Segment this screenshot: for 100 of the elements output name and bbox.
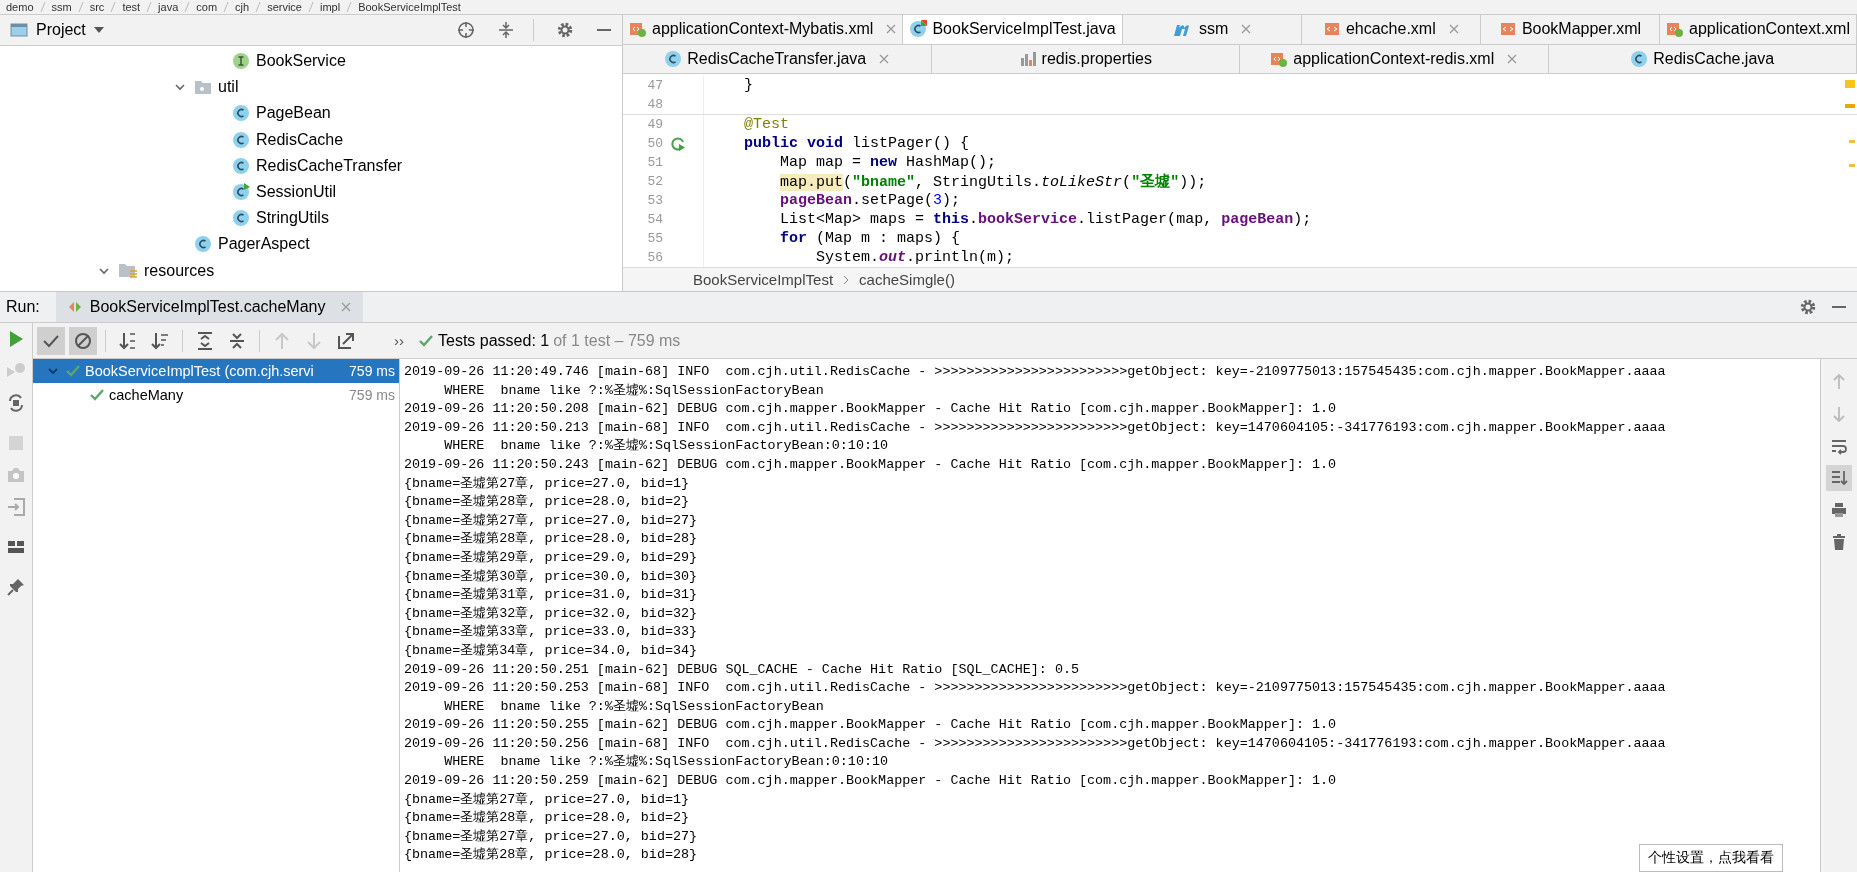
console-line: 2019-09-26 11:20:50.251 [main-62] DEBUG SQL_CACHE - Cache Hit Ratio [SQL_CACHE]: 0.5 [404,660,1079,679]
export-icon [336,330,356,351]
console-line: {bname=圣墟第32章, price=32.0, bid=32} [404,604,698,623]
window-icon [10,22,28,38]
print-icon [1830,501,1848,519]
close-icon[interactable] [886,24,897,35]
tree-item[interactable]: PagerAspect [218,235,310,254]
breadcrumb-item[interactable]: BookServiceImplTest [358,1,461,13]
tree-item[interactable]: PageBean [256,104,331,123]
panel-label: Run: [6,298,40,316]
breadcrumb-item[interactable]: demo [6,1,34,13]
editor-tab[interactable]: BookServiceImplTest.java [903,15,1123,44]
tree-item[interactable]: RedisCache [256,130,344,149]
run-tab[interactable]: BookServiceImplTest.cacheMany [55,292,364,322]
test-icon [67,300,82,314]
breadcrumb-item[interactable]: service [267,1,302,13]
tooltip[interactable]: 个性设置，点我看看 [1639,844,1783,872]
class-icon [232,156,250,175]
breadcrumb-item[interactable]: cjh [235,1,250,13]
ignored-icon [73,330,93,351]
scroll-end-icon [1830,469,1848,487]
console-line: WHERE bname like ?:%圣墟%:SqlSessionFactoryBean:0:10:10 [443,753,889,772]
more-button[interactable]: ›› [394,332,404,349]
tree-item[interactable]: SessionUtil [256,183,337,202]
locate-icon[interactable] [457,21,475,39]
line-number: 47 [646,78,663,94]
tree-item[interactable]: StringUtils [256,209,329,228]
dropdown-caret-icon[interactable] [93,27,104,33]
console-line: {bname=圣墟第28章, price=28.0, bid=28} [404,846,698,865]
close-icon[interactable] [879,53,890,64]
collapse-all-icon[interactable] [497,21,515,39]
breadcrumb-item[interactable]: test [122,1,141,13]
breadcrumb-item[interactable]: impl [320,1,341,13]
code-line: } [743,77,754,95]
test-duration: 759 ms [349,387,395,403]
settings-icon[interactable] [556,21,574,39]
separator-icon [184,1,191,13]
expand-icon [195,330,215,351]
code-line: for (Map m : maps) { [779,230,961,248]
collapse-icon [227,330,247,351]
line-number: 52 [646,174,663,190]
line-number: 53 [646,193,663,209]
editor-tab[interactable]: ehcache.xml [1301,15,1481,44]
class-icon [232,130,250,149]
properties-icon [1018,49,1037,68]
close-icon[interactable] [1507,53,1518,64]
console-line: {bname=圣墟第27章, price=27.0, bid=27} [404,511,698,530]
breadcrumb-item[interactable]: BookServiceImplTest [693,271,834,289]
spring-xml-icon [629,20,647,39]
wrap-icon [1830,437,1848,455]
settings-icon[interactable] [1799,298,1817,316]
run-test-icon[interactable] [670,135,686,152]
spring-xml-icon [1666,20,1685,39]
package-icon [194,79,212,96]
down-icon [1830,405,1848,423]
separator-icon [223,1,230,13]
panel-title[interactable]: Project [36,21,86,39]
scroll-end-button[interactable] [1826,465,1852,491]
line-number: 49 [646,117,663,133]
editor-tab[interactable]: RedisCache.java [1548,44,1857,74]
console-line: {bname=圣墟第28章, price=28.0, bid=28} [404,530,698,549]
auto-test-icon[interactable] [6,393,26,413]
interface-icon [232,52,250,71]
pin-icon[interactable] [6,577,26,597]
console-line: 2019-09-26 11:20:50.208 [main-62] DEBUG com.cjh.mapper.BookMapper - Cache Hit Ratio [com.cjh.mapper.BookMapper]: 1.0 [404,400,1337,419]
line-number: 48 [646,97,663,113]
breadcrumb-item[interactable]: cacheSimgle() [859,271,955,289]
test-duration: 759 ms [349,363,395,379]
separator-icon [39,1,46,13]
editor-tab[interactable]: RedisCacheTransfer.java [623,44,932,74]
tree-item[interactable]: resources [144,261,215,280]
breadcrumb-item[interactable]: java [158,1,179,13]
ignored-button[interactable] [69,326,97,355]
code-line: @Test [743,116,790,134]
runnable-class-icon [232,183,250,202]
editor-tab[interactable]: BookMapper.xml [1480,15,1661,44]
breadcrumb-item[interactable]: ssm [51,1,72,13]
editor-tab[interactable]: redis.properties [931,44,1240,74]
test-class-icon [909,20,928,39]
editor-tab[interactable]: applicationContext.xml [1660,15,1857,44]
tree-item[interactable]: RedisCacheTransfer [256,156,403,175]
test-row[interactable]: cacheMany 759 ms [33,383,399,407]
close-icon[interactable] [1241,24,1252,35]
breadcrumb-item[interactable]: src [89,1,105,13]
trash-icon [1830,533,1848,551]
tree-item[interactable]: BookService [256,52,346,71]
close-icon[interactable] [1448,24,1459,35]
code-line: Map map = new HashMap(); [779,154,997,172]
console-line: WHERE bname like ?:%圣墟%:SqlSessionFactoryBean:0:10:10 [443,437,889,456]
breadcrumb-item[interactable]: com [196,1,218,13]
console-line: 2019-09-26 11:20:50.243 [main-62] DEBUG com.cjh.mapper.BookMapper - Cache Hit Ratio [com.cjh.mapper.BookMapper]: 1.0 [404,455,1337,474]
check-button[interactable] [37,326,65,355]
tree-item[interactable]: util [218,78,239,97]
editor-tab[interactable]: applicationContext-redis.xml [1240,44,1549,74]
console-line: {bname=圣墟第28章, price=28.0, bid=2} [404,493,690,512]
test-row[interactable]: BookServiceImplTest (com.cjh.servi 759 ms [33,359,399,383]
chevron-icon [843,274,850,285]
line-number: 54 [646,212,663,228]
console-line: {bname=圣墟第33章, price=33.0, bid=33} [404,623,698,642]
editor-tab[interactable]: ssm [1122,15,1302,44]
